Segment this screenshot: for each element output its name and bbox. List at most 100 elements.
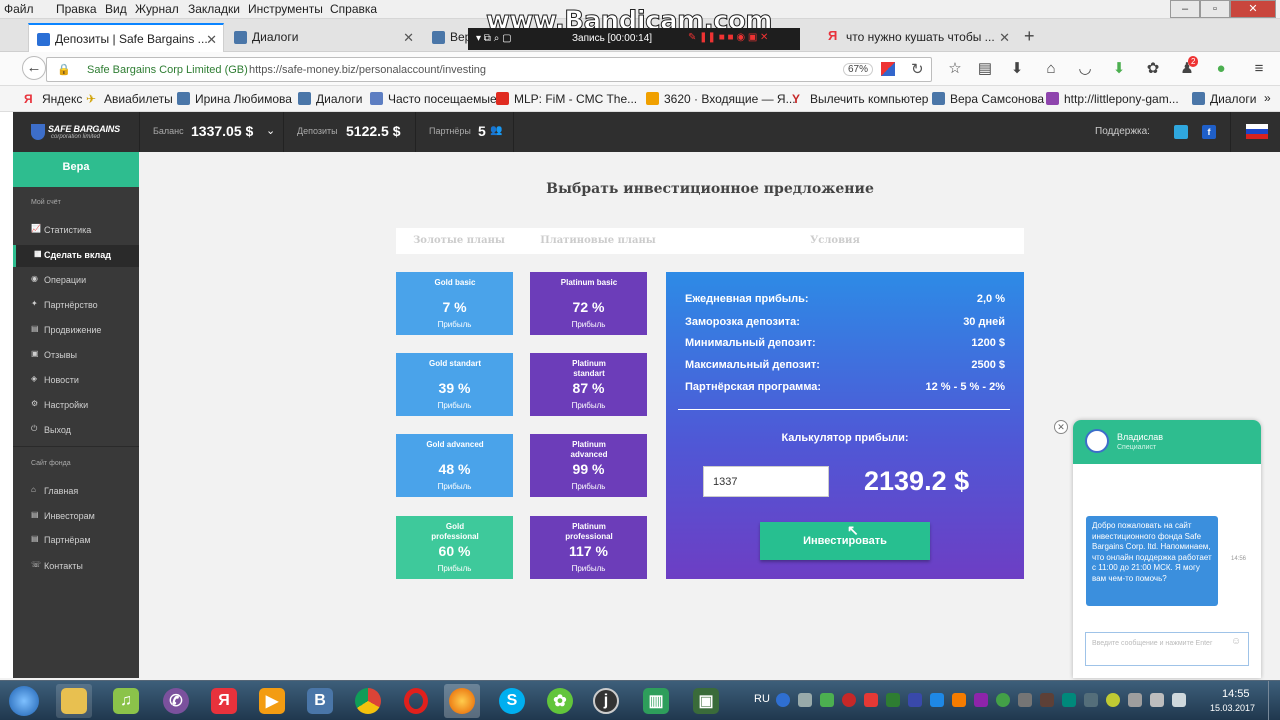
taskbar-icq[interactable]: ✿ bbox=[542, 684, 578, 718]
close-tab-icon[interactable]: ✕ bbox=[206, 32, 217, 48]
extension-icon[interactable] bbox=[881, 62, 895, 76]
chat-close-button[interactable]: ✕ bbox=[1054, 420, 1068, 434]
sidebar-item-partnership[interactable]: ✦ Партнёрство bbox=[13, 295, 139, 317]
menu-edit[interactable]: Правка bbox=[56, 2, 97, 16]
menu-tools[interactable]: Инструменты bbox=[248, 2, 323, 16]
chevron-down-icon[interactable]: ⌄ bbox=[266, 124, 275, 137]
tray-icon[interactable] bbox=[996, 693, 1010, 707]
reload-icon[interactable]: ↻ bbox=[911, 60, 924, 78]
taskbar-skype[interactable]: S bbox=[494, 684, 530, 718]
taskbar-chrome[interactable] bbox=[350, 684, 386, 718]
plan-platinum-basic[interactable]: Platinum basic 72 % Прибыль bbox=[530, 272, 647, 335]
tray-icon[interactable] bbox=[930, 693, 944, 707]
volume-icon[interactable] bbox=[1172, 693, 1186, 707]
facebook-icon[interactable]: f bbox=[1202, 125, 1216, 139]
close-window-button[interactable]: ✕ bbox=[1230, 0, 1276, 18]
user-name[interactable]: Вера bbox=[13, 152, 139, 187]
taskbar-yandex[interactable]: Я bbox=[206, 684, 242, 718]
address-bar[interactable]: 🔒 Safe Bargains Corp Limited (GB) https:… bbox=[46, 57, 932, 82]
taskbar-opera[interactable] bbox=[398, 684, 434, 718]
sidebar-item-contacts[interactable]: ☏ Контакты bbox=[13, 556, 139, 578]
menu-file[interactable]: Файл bbox=[4, 2, 34, 16]
bookmark-pony[interactable]: http://littlepony-gam... bbox=[1046, 92, 1179, 106]
taskbar-firefox[interactable] bbox=[444, 684, 480, 718]
zoom-level[interactable]: 67% bbox=[843, 63, 874, 76]
sidebar-item-home[interactable]: ⌂ Главная bbox=[13, 481, 139, 503]
header-platinum[interactable]: Платиновые планы bbox=[524, 235, 672, 246]
tab-search[interactable]: Я что нужно кушать чтобы ... ✕ bbox=[820, 23, 1016, 52]
help-tray-icon[interactable] bbox=[776, 693, 790, 707]
bookmark-mail[interactable]: 3620 · Входящие — Я... bbox=[646, 92, 796, 106]
bookmark-avia[interactable]: ✈ Авиабилеты bbox=[86, 92, 173, 106]
calculator-amount-input[interactable] bbox=[703, 466, 829, 497]
tray-icon[interactable] bbox=[864, 693, 878, 707]
taskbar-j[interactable]: j bbox=[588, 684, 624, 718]
network-icon[interactable] bbox=[1150, 693, 1164, 707]
taskbar-explorer[interactable] bbox=[56, 684, 92, 718]
tray-icon[interactable] bbox=[1106, 693, 1120, 707]
header-gold[interactable]: Золотые планы bbox=[396, 235, 522, 246]
plan-gold-standart[interactable]: Gold standart 39 % Прибыль bbox=[396, 353, 513, 416]
maximize-button[interactable]: ▫ bbox=[1200, 0, 1230, 18]
pocket-icon[interactable]: ◡ bbox=[1074, 58, 1096, 80]
chat-input[interactable]: Введите сообщение и нажмите Enter bbox=[1085, 632, 1249, 666]
tray-icon[interactable] bbox=[1018, 693, 1032, 707]
tray-icon[interactable] bbox=[820, 693, 834, 707]
sidebar-item-make-deposit[interactable]: ▦ Сделать вклад bbox=[13, 245, 139, 267]
more-bookmarks-icon[interactable]: » bbox=[1264, 91, 1271, 105]
record-controls-icon[interactable]: ✎ ❚❚ ■ ■ ◉ ▣ ✕ bbox=[688, 32, 768, 43]
tray-icon[interactable] bbox=[886, 693, 900, 707]
taskbar-monitor[interactable]: ▥ bbox=[638, 684, 674, 718]
taskbar-vk[interactable]: B bbox=[302, 684, 338, 718]
tray-icon[interactable] bbox=[952, 693, 966, 707]
show-desktop-button[interactable] bbox=[1268, 681, 1280, 720]
sidebar-item-partners[interactable]: ▤ Партнёрам bbox=[13, 530, 139, 552]
clock-time[interactable]: 14:55 bbox=[1222, 688, 1250, 700]
tab-vera[interactable]: Вер bbox=[424, 23, 468, 52]
bookmark-irina[interactable]: Ирина Любимова bbox=[177, 92, 292, 106]
sidebar-item-reviews[interactable]: ▣ Отзывы bbox=[13, 345, 139, 367]
menu-bookmarks[interactable]: Закладки bbox=[188, 2, 240, 16]
addon-icon[interactable]: ✿ bbox=[1142, 58, 1164, 80]
taskbar-video[interactable]: ▶ bbox=[254, 684, 290, 718]
start-button[interactable] bbox=[4, 684, 44, 718]
tray-icon[interactable] bbox=[1062, 693, 1076, 707]
menu-help[interactable]: Справка bbox=[330, 2, 377, 16]
bookmark-fix-pc[interactable]: Y Вылечить компьютер bbox=[792, 92, 928, 106]
clock-date[interactable]: 15.03.2017 bbox=[1210, 703, 1255, 713]
reading-list-icon[interactable]: ▤ bbox=[974, 58, 996, 80]
recording-controls-icon[interactable]: ▾ ⧉ ⌕ ▢ bbox=[476, 33, 512, 44]
flag-ru-icon[interactable] bbox=[1246, 124, 1268, 139]
menu-icon[interactable]: ≡ bbox=[1248, 58, 1270, 80]
tray-icon[interactable] bbox=[842, 693, 856, 707]
close-tab-icon[interactable]: ✕ bbox=[403, 30, 414, 46]
sidebar-item-news[interactable]: ◈ Новости bbox=[13, 370, 139, 392]
taskbar-terminal[interactable]: ▣ bbox=[688, 684, 724, 718]
plan-platinum-professional[interactable]: Platinum professional 117 % Прибыль bbox=[530, 516, 647, 579]
close-tab-icon[interactable]: ✕ bbox=[999, 30, 1010, 46]
new-tab-button[interactable]: + bbox=[1024, 26, 1035, 47]
taskbar-viber[interactable]: ✆ bbox=[158, 684, 194, 718]
sidebar-item-logout[interactable]: ⏻ Выход bbox=[13, 420, 139, 442]
bookmark-dialogs-2[interactable]: Диалоги bbox=[1192, 92, 1256, 106]
tray-icon[interactable] bbox=[1084, 693, 1098, 707]
skype-icon[interactable] bbox=[1174, 125, 1188, 139]
tab-deposits[interactable]: Депозиты | Safe Bargains ... ✕ bbox=[28, 23, 224, 52]
home-icon[interactable]: ⌂ bbox=[1040, 58, 1062, 80]
sidebar-item-investors[interactable]: ▤ Инвесторам bbox=[13, 506, 139, 528]
tray-icon[interactable] bbox=[908, 693, 922, 707]
bookmark-dialogs[interactable]: Диалоги bbox=[298, 92, 362, 106]
back-button[interactable]: ← bbox=[22, 56, 46, 80]
sidebar-item-statistics[interactable]: 📈 Статистика bbox=[13, 220, 139, 242]
invest-button[interactable]: Инвестировать bbox=[760, 522, 930, 560]
plan-gold-basic[interactable]: Gold basic 7 % Прибыль bbox=[396, 272, 513, 335]
tray-icon[interactable] bbox=[1128, 693, 1142, 707]
menu-history[interactable]: Журнал bbox=[135, 2, 179, 16]
menu-view[interactable]: Вид bbox=[105, 2, 127, 16]
taskbar-music[interactable]: ♫ bbox=[108, 684, 144, 718]
tray-icon[interactable] bbox=[798, 693, 812, 707]
save-icon[interactable]: ⬇ bbox=[1108, 58, 1130, 80]
bookmark-yandex[interactable]: Я Яндекс bbox=[24, 92, 82, 106]
plan-gold-professional[interactable]: Gold professional 60 % Прибыль bbox=[396, 516, 513, 579]
language-indicator[interactable]: RU bbox=[754, 693, 770, 705]
